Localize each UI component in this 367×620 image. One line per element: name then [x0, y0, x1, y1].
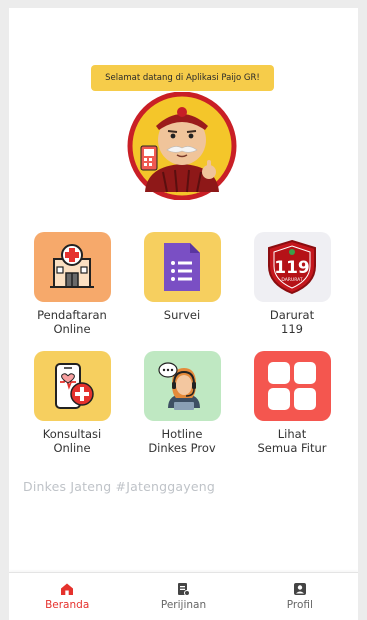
feature-darurat-119[interactable]: 119 DARURAT Darurat 119 [234, 232, 350, 336]
feature-tile [33, 351, 111, 421]
feature-tile [143, 232, 221, 302]
nav-label: Profil [286, 599, 313, 611]
nav-label: Beranda [45, 599, 90, 611]
feature-label: Pendaftaran Online [37, 308, 107, 336]
nav-item-perijinan[interactable]: Perijinan [125, 573, 241, 620]
feature-label: Darurat 119 [269, 308, 315, 336]
feature-tile [253, 351, 331, 421]
mascot-illustration [127, 92, 237, 200]
hospital-icon [50, 244, 94, 288]
badge-119-number: 119 [274, 258, 310, 278]
feature-lihat-semua-fitur[interactable]: Lihat Semua Fitur [234, 351, 350, 455]
feature-label: Hotline Dinkes Prov [148, 427, 216, 455]
customer-service-headset-icon [158, 362, 200, 410]
slogan-text: Dinkes Jateng #Jatenggayeng [23, 479, 215, 494]
feature-tile [143, 351, 221, 421]
phone-consultation-icon [55, 363, 94, 409]
feature-label: Survei [163, 308, 201, 322]
feature-label: Lihat Semua Fitur [257, 427, 327, 455]
survey-form-icon [164, 243, 200, 291]
document-icon [176, 582, 191, 596]
feature-tile: 119 DARURAT [253, 232, 331, 302]
grid-icon [268, 362, 316, 410]
bottom-navigation: Beranda Perijinan Profil [9, 572, 358, 620]
feature-konsultasi-online[interactable]: Konsultasi Online [14, 351, 130, 455]
home-icon [60, 582, 74, 596]
profile-icon [293, 582, 307, 596]
welcome-banner: Selamat datang di Aplikasi Paijo GR! [91, 65, 274, 91]
nav-item-beranda[interactable]: Beranda [9, 573, 125, 620]
feature-pendaftaran-online[interactable]: Pendaftaran Online [14, 232, 130, 336]
feature-label: Konsultasi Online [42, 427, 102, 455]
feature-survei[interactable]: Survei [124, 232, 240, 322]
nav-item-profil[interactable]: Profil [242, 573, 358, 620]
home-screen: Selamat datang di Aplikasi Paijo GR! Pen… [9, 8, 358, 620]
badge-119-subtext: DARURAT [281, 277, 303, 283]
nav-label: Perijinan [160, 599, 207, 611]
emergency-119-shield-icon: 119 DARURAT [268, 239, 316, 295]
feature-hotline-dinkes-prov[interactable]: Hotline Dinkes Prov [124, 351, 240, 455]
feature-tile [33, 232, 111, 302]
